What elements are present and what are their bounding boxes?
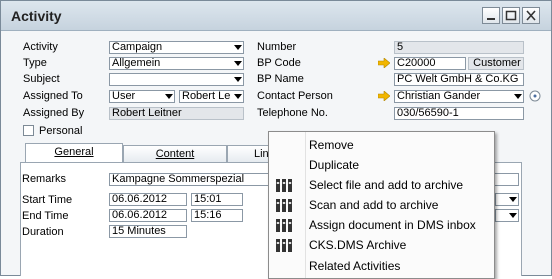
start-date-field[interactable]: 06.06.2012 xyxy=(109,193,187,206)
chevron-down-icon xyxy=(234,77,242,82)
personal-label: Personal xyxy=(39,125,83,137)
bp-name-label: BP Name xyxy=(257,73,304,85)
menu-item-label: CKS.DMS Archive xyxy=(309,238,407,252)
archive-binder-icon xyxy=(276,199,292,212)
bp-type-value: Customer xyxy=(473,57,521,69)
menu-item-remove[interactable]: Remove xyxy=(269,135,494,155)
remarks-value: Kampagne Sommerspezial xyxy=(112,173,245,185)
menu-item-scan-archive[interactable]: Scan and add to archive xyxy=(269,195,494,215)
chevron-down-icon xyxy=(234,61,242,66)
bp-code-value: C20000 xyxy=(397,57,436,69)
telephone-label: Telephone No. xyxy=(257,107,328,119)
end-time-field[interactable]: 15:16 xyxy=(191,209,243,222)
end-date-value: 06.06.2012 xyxy=(112,209,168,221)
menu-item-related-activities[interactable]: Related Activities xyxy=(269,256,494,276)
archive-binder-icon xyxy=(276,219,292,232)
tab-general[interactable]: General xyxy=(25,143,123,163)
type-value: Allgemein xyxy=(112,57,161,69)
number-label: Number xyxy=(257,41,297,53)
chevron-down-icon xyxy=(509,213,517,218)
menu-item-duplicate[interactable]: Duplicate xyxy=(269,155,494,175)
number-field: 5 xyxy=(394,41,524,54)
menu-item-select-file-archive[interactable]: Select file and add to archive xyxy=(269,175,494,195)
assigned-by-label: Assigned By xyxy=(23,107,85,119)
type-label: Type xyxy=(23,57,47,69)
title-bar[interactable]: Activity xyxy=(1,1,551,31)
close-icon xyxy=(526,10,536,21)
menu-item-label: Related Activities xyxy=(309,259,401,273)
info-icon[interactable] xyxy=(529,90,541,102)
chevron-down-icon xyxy=(514,94,522,99)
tab-content-label: Content xyxy=(155,148,195,160)
bp-name-value: PC Welt GmbH & Co.KG xyxy=(397,73,519,85)
number-value: 5 xyxy=(397,41,404,53)
right-select-1[interactable] xyxy=(495,193,519,206)
archive-binder-icon xyxy=(276,239,292,252)
chevron-down-icon xyxy=(165,94,173,99)
menu-item-label: Duplicate xyxy=(309,158,360,172)
start-time-field[interactable]: 15:01 xyxy=(191,193,243,206)
telephone-field[interactable]: 030/56590-1 xyxy=(394,107,524,120)
start-time-label: Start Time xyxy=(22,194,73,206)
chevron-down-icon xyxy=(234,45,242,50)
activity-select[interactable]: Campaign xyxy=(109,41,244,54)
type-select[interactable]: Allgemein xyxy=(109,57,244,70)
menu-item-label: Select file and add to archive xyxy=(309,178,464,192)
context-menu: Remove Duplicate Select file and add to … xyxy=(268,131,495,279)
minimize-button[interactable] xyxy=(482,7,500,24)
link-arrow-icon[interactable] xyxy=(378,58,390,68)
subject-select[interactable] xyxy=(109,73,244,86)
menu-item-label: Remove xyxy=(309,138,354,152)
close-button[interactable] xyxy=(522,7,540,24)
maximize-button[interactable] xyxy=(502,7,520,24)
activity-value: Campaign xyxy=(112,41,163,53)
bp-name-field[interactable]: PC Welt GmbH & Co.KG xyxy=(394,73,524,86)
assigned-by-field: Robert Leitner xyxy=(109,107,244,120)
window-title: Activity xyxy=(11,8,62,24)
tab-linked-label: Lin xyxy=(254,148,269,160)
duration-value: 15 Minutes xyxy=(112,225,166,237)
bp-type-field: Customer xyxy=(468,57,524,70)
contact-person-select[interactable]: Christian Gander xyxy=(394,90,524,103)
menu-item-cks-dms-archive[interactable]: CKS.DMS Archive xyxy=(269,235,494,255)
right-select-2[interactable] xyxy=(495,209,519,222)
chevron-down-icon xyxy=(234,94,242,99)
activity-window: Activity Activity Campaign Type Allgemei… xyxy=(0,0,552,279)
maximize-icon xyxy=(505,10,517,21)
assigned-to-label: Assigned To xyxy=(23,90,83,102)
start-time-value: 15:01 xyxy=(194,193,222,205)
chevron-down-icon xyxy=(509,197,517,202)
assigned-by-value: Robert Leitner xyxy=(112,107,182,119)
start-date-value: 06.06.2012 xyxy=(112,193,168,205)
telephone-value: 030/56590-1 xyxy=(397,107,459,119)
activity-label: Activity xyxy=(23,41,58,53)
bp-code-label: BP Code xyxy=(257,57,301,69)
contact-person-value: Christian Gander xyxy=(397,90,481,102)
tab-general-label: General xyxy=(54,146,94,158)
assigned-to-kind-select[interactable]: User xyxy=(109,90,175,103)
end-time-value: 15:16 xyxy=(194,209,222,221)
archive-binder-icon xyxy=(276,179,292,192)
minimize-icon xyxy=(487,18,495,20)
contact-person-label: Contact Person xyxy=(257,90,333,102)
assigned-to-user-select[interactable]: Robert Leitner xyxy=(179,90,244,103)
subject-label: Subject xyxy=(23,73,60,85)
personal-checkbox[interactable] xyxy=(23,125,34,136)
duration-field[interactable]: 15 Minutes xyxy=(109,225,187,238)
menu-item-assign-dms-inbox[interactable]: Assign document in DMS inbox xyxy=(269,215,494,235)
end-time-label: End Time xyxy=(22,210,69,222)
tab-content[interactable]: Content xyxy=(123,145,227,162)
menu-item-label: Assign document in DMS inbox xyxy=(309,218,476,232)
menu-item-label: Scan and add to archive xyxy=(309,198,439,212)
end-date-field[interactable]: 06.06.2012 xyxy=(109,209,187,222)
bp-code-field[interactable]: C20000 xyxy=(394,57,466,70)
link-arrow-icon[interactable] xyxy=(378,91,390,101)
remarks-label: Remarks xyxy=(22,173,67,185)
duration-label: Duration xyxy=(22,226,64,238)
assigned-to-kind-value: User xyxy=(112,90,136,102)
